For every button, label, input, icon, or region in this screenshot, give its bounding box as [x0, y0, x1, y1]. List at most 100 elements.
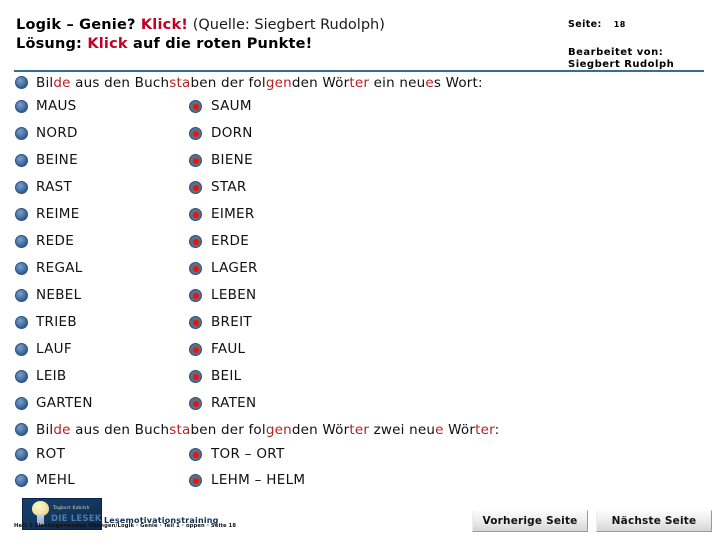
instruction-plain: den Wör	[291, 422, 350, 438]
word-pair-row: MEHL LEHM – HELM	[0, 468, 720, 494]
word-pair-row: MAUS SAUM	[0, 94, 720, 121]
red-dot-icon[interactable]	[189, 289, 202, 302]
title-block: Logik – Genie? Klick! (Quelle: Siegbert …	[16, 16, 385, 54]
next-page-button[interactable]: Nächste Seite	[596, 510, 712, 532]
slide-content: Bilde aus den Buchstaben der folgenden W…	[0, 72, 720, 492]
word-pair-row: RAST STAR	[0, 175, 720, 202]
blue-dot-icon[interactable]	[15, 448, 28, 461]
title-line-2: Lösung: Klick auf die roten Punkte!	[16, 35, 385, 54]
instruction-highlight: ter	[475, 422, 495, 438]
source-word: NORD	[36, 125, 78, 141]
red-dot-icon[interactable]	[189, 343, 202, 356]
instruction-highlight: sta	[169, 75, 191, 91]
page-number-label: Seite:	[568, 19, 602, 30]
solution-word: BREIT	[211, 314, 252, 330]
instruction-highlight: ter	[349, 75, 370, 91]
page-number-block: Seite: 18	[568, 18, 718, 31]
instruction-plain: den Wör	[291, 75, 350, 91]
title-line-1: Logik – Genie? Klick! (Quelle: Siegbert …	[16, 16, 385, 35]
instruction-highlight: de	[53, 75, 71, 91]
blue-dot-icon[interactable]	[15, 154, 28, 167]
blue-dot-icon[interactable]	[15, 343, 28, 356]
word-pair-row: ROT TOR – ORT	[0, 442, 720, 468]
source-word: REIME	[36, 206, 80, 222]
word-pair-row: BEINE BIENE	[0, 148, 720, 175]
blue-dot-icon[interactable]	[15, 76, 28, 89]
word-pair-row: REDE ERDE	[0, 229, 720, 256]
word-pair-row: REIME EIMER	[0, 202, 720, 229]
title-line-2-klick: Klick	[87, 36, 128, 52]
blue-dot-icon[interactable]	[15, 397, 28, 410]
blue-dot-icon[interactable]	[15, 100, 28, 113]
source-word: REGAL	[36, 260, 83, 276]
page-number-value: 18	[613, 20, 626, 29]
word-pair-row: LAUF FAUL	[0, 337, 720, 364]
source-word: REDE	[36, 233, 75, 249]
title-line-1-source: (Quelle: Siegbert Rudolph)	[188, 17, 385, 33]
instruction-plain: Bil	[36, 422, 54, 438]
red-dot-icon[interactable]	[189, 208, 202, 221]
red-dot-icon[interactable]	[189, 474, 202, 487]
instruction-plain: :	[494, 422, 500, 438]
source-word: LEIB	[36, 368, 67, 384]
solution-word: TOR – ORT	[211, 446, 285, 462]
solution-word: DORN	[211, 125, 253, 141]
instruction-plain: s Wort:	[433, 75, 483, 91]
instruction-plain: Wör	[443, 422, 476, 438]
red-dot-icon[interactable]	[189, 100, 202, 113]
instruction-plain: ben der fol	[190, 422, 266, 438]
instruction-text-first: Bilde aus den Buchstaben der folgenden W…	[36, 75, 483, 91]
word-pair-row: GARTEN RATEN	[0, 391, 720, 418]
instruction-highlight: de	[53, 422, 71, 438]
blue-dot-icon[interactable]	[15, 316, 28, 329]
solution-word: LEHM – HELM	[211, 472, 306, 488]
red-dot-icon[interactable]	[189, 154, 202, 167]
editor-credit-block: Bearbeitet von: Siegbert Rudolph	[568, 47, 718, 71]
blue-dot-icon[interactable]	[15, 235, 28, 248]
red-dot-icon[interactable]	[189, 448, 202, 461]
instruction-highlight: gen	[265, 75, 292, 91]
solution-word: RATEN	[211, 395, 257, 411]
blue-dot-icon[interactable]	[15, 370, 28, 383]
solution-word: BEIL	[211, 368, 242, 384]
instruction-row-second: Bilde aus den Buchstaben der folgenden W…	[0, 418, 720, 442]
source-word: GARTEN	[36, 395, 93, 411]
red-dot-icon[interactable]	[189, 370, 202, 383]
blue-dot-icon[interactable]	[15, 127, 28, 140]
red-dot-icon[interactable]	[189, 262, 202, 275]
word-pair-list-double: ROT TOR – ORT MEHL LEHM – HELM	[0, 442, 720, 494]
red-dot-icon[interactable]	[189, 127, 202, 140]
source-word: BEINE	[36, 152, 78, 168]
instruction-row-first: Bilde aus den Buchstaben der folgenden W…	[0, 72, 720, 94]
source-word: LAUF	[36, 341, 72, 357]
instruction-highlight: ter	[349, 422, 370, 438]
red-dot-icon[interactable]	[189, 181, 202, 194]
solution-word: STAR	[211, 179, 247, 195]
source-word: MAUS	[36, 98, 77, 114]
blue-dot-icon[interactable]	[15, 474, 28, 487]
instruction-plain: ein neu	[369, 75, 426, 91]
instruction-text-second: Bilde aus den Buchstaben der folgenden W…	[36, 422, 499, 438]
solution-word: LEBEN	[211, 287, 257, 303]
source-word: MEHL	[36, 472, 76, 488]
instruction-highlight: sta	[169, 422, 191, 438]
slide-header: Logik – Genie? Klick! (Quelle: Siegbert …	[0, 0, 720, 72]
red-dot-icon[interactable]	[189, 235, 202, 248]
solution-word: LAGER	[211, 260, 258, 276]
blue-dot-icon[interactable]	[15, 208, 28, 221]
solution-word: FAUL	[211, 341, 246, 357]
solution-word: BIENE	[211, 152, 253, 168]
blue-dot-icon[interactable]	[15, 181, 28, 194]
word-pair-row: LEIB BEIL	[0, 364, 720, 391]
page-number-row: Seite: 18	[568, 18, 718, 31]
red-dot-icon[interactable]	[189, 316, 202, 329]
title-line-1-prefix: Logik – Genie?	[16, 17, 141, 33]
word-pair-row: REGAL LAGER	[0, 256, 720, 283]
instruction-highlight: gen	[265, 422, 292, 438]
solution-word: ERDE	[211, 233, 250, 249]
blue-dot-icon[interactable]	[15, 423, 28, 436]
previous-page-button[interactable]: Vorherige Seite	[472, 510, 588, 532]
blue-dot-icon[interactable]	[15, 262, 28, 275]
blue-dot-icon[interactable]	[15, 289, 28, 302]
red-dot-icon[interactable]	[189, 397, 202, 410]
